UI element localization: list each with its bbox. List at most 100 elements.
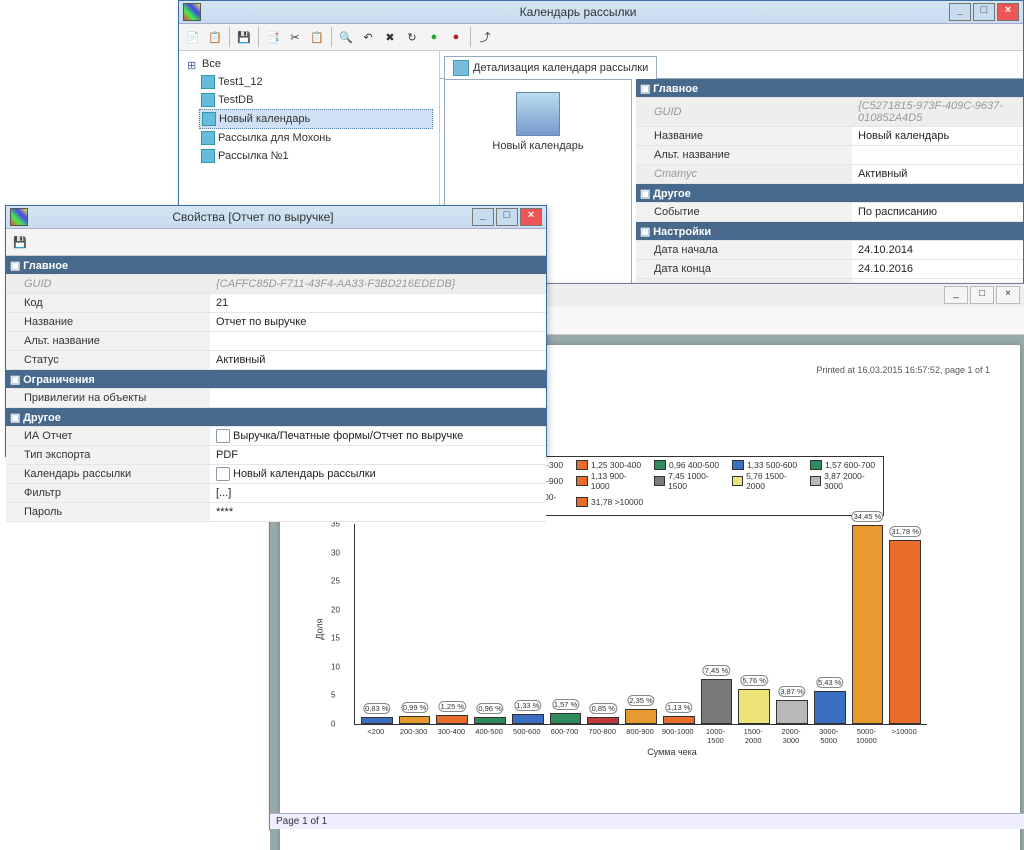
window-title: Календарь рассылки [207, 5, 949, 19]
x-tick: 600-700 [549, 727, 581, 745]
prop-altname[interactable] [852, 146, 1023, 165]
legend-item: 1,33 500-600 [732, 460, 800, 470]
minimize-button[interactable]: _ [472, 208, 494, 226]
x-tick: 900-1000 [662, 727, 694, 745]
chart-bar: 0,85 % [587, 717, 619, 724]
undo-icon[interactable]: ↶ [358, 27, 378, 47]
chart-bar: 5,76 % [738, 689, 770, 724]
prop-calendar[interactable]: Новый календарь рассылки [210, 465, 546, 484]
x-tick: >10000 [888, 727, 920, 745]
chart-bar: 1,57 % [550, 713, 582, 724]
chart-bar: 2,35 % [625, 709, 657, 724]
chart-bar: 0,96 % [474, 717, 506, 724]
calendar-titlebar[interactable]: Календарь рассылки _ □ × [179, 1, 1023, 24]
refresh-icon[interactable]: ↻ [402, 27, 422, 47]
x-tick: 2000-3000 [775, 727, 807, 745]
cut-icon[interactable]: ✂ [285, 27, 305, 47]
tree-item[interactable]: Рассылка для Мохонь [199, 129, 433, 147]
x-tick: 1000-1500 [700, 727, 732, 745]
chart-xlabel: Сумма чека [354, 747, 990, 757]
new-icon[interactable]: 📄 [183, 27, 203, 47]
tree-item[interactable]: Новый календарь [199, 109, 433, 129]
maximize-button[interactable]: □ [496, 208, 518, 226]
prop-name[interactable]: Новый календарь [852, 127, 1023, 146]
report-minimize-button[interactable]: _ [944, 286, 968, 304]
x-tick: 5000-10000 [851, 727, 883, 745]
legend-item: 31,78 >10000 [576, 492, 644, 512]
properties-toolbar: 💾 [6, 229, 546, 256]
legend-item: 3,87 2000-3000 [810, 471, 878, 491]
x-tick: 800-900 [624, 727, 656, 745]
prop-date-start[interactable]: 24.10.2014 [852, 241, 1023, 260]
properties-window: Свойства [Отчет по выручке] _ □ × 💾 ▣ Гл… [5, 205, 547, 457]
x-tick: 3000-5000 [813, 727, 845, 745]
legend-item: 1,25 300-400 [576, 460, 644, 470]
close-button[interactable]: × [997, 3, 1019, 21]
find-icon[interactable]: 🔍 [336, 27, 356, 47]
x-tick: 500-600 [511, 727, 543, 745]
x-tick: 200-300 [398, 727, 430, 745]
chart-bar: 7,45 % [701, 679, 733, 724]
minimize-button[interactable]: _ [949, 3, 971, 21]
cancel-icon[interactable]: ● [446, 27, 466, 47]
x-tick: <200 [360, 727, 392, 745]
prop-filter[interactable]: [...] [210, 484, 546, 503]
tree-root[interactable]: Все [185, 55, 433, 73]
chart-bar: 5,43 % [814, 691, 846, 724]
maximize-button[interactable]: □ [973, 3, 995, 21]
prop-code[interactable]: 21 [210, 294, 546, 313]
properties-titlebar[interactable]: Свойства [Отчет по выручке] _ □ × [6, 206, 546, 229]
x-tick: 700-800 [586, 727, 618, 745]
x-tick: 400-500 [473, 727, 505, 745]
link-icon [216, 429, 230, 443]
prop-password[interactable]: **** [210, 503, 546, 522]
calendar-icon [201, 131, 215, 145]
chart-bar: 1,25 % [436, 715, 468, 724]
tab-icon [453, 60, 469, 76]
close-button[interactable]: × [520, 208, 542, 226]
tab-details[interactable]: Детализация календаря рассылки [444, 56, 657, 79]
report-status: Page 1 of 1 [270, 813, 1024, 829]
prop-ia-report[interactable]: Выручка/Печатные формы/Отчет по выручке [210, 427, 546, 446]
prop-event[interactable]: По расписанию [852, 203, 1023, 222]
tree-item[interactable]: Test1_12 [199, 73, 433, 91]
ok-icon[interactable]: ● [424, 27, 444, 47]
copy-icon[interactable]: 📑 [263, 27, 283, 47]
open-icon[interactable]: 📋 [205, 27, 225, 47]
prop-report-name[interactable]: Отчет по выручке [210, 313, 546, 332]
x-tick: 300-400 [435, 727, 467, 745]
paste-icon[interactable]: 📋 [307, 27, 327, 47]
delete-icon[interactable]: ✖ [380, 27, 400, 47]
tree-item[interactable]: TestDB [199, 91, 433, 109]
save-icon[interactable]: 💾 [234, 27, 254, 47]
legend-item: 1,57 600-700 [810, 460, 878, 470]
chart-bar: 3,87 % [776, 700, 808, 724]
window-title: Свойства [Отчет по выручке] [34, 210, 472, 224]
save-icon[interactable]: 💾 [10, 232, 30, 252]
report-maximize-button[interactable]: □ [970, 286, 994, 304]
prop-export-type[interactable]: PDF [210, 446, 546, 465]
calendar-icon-caption: Новый календарь [492, 140, 583, 152]
chart-bar: 1,33 % [512, 714, 544, 724]
link-icon [216, 467, 230, 481]
tree-item[interactable]: Рассылка №1 [199, 147, 433, 165]
chart-bar: 0,83 % [361, 717, 393, 724]
calendar-icon [201, 93, 215, 107]
chart-bar: 34,45 % [852, 525, 884, 724]
calendar-icon [201, 75, 215, 89]
new-calendar-item[interactable]: Новый календарь [492, 88, 583, 152]
legend-item: 0,96 400-500 [654, 460, 722, 470]
prop-date-end[interactable]: 24.10.2016 [852, 260, 1023, 279]
prop-report-status[interactable]: Активный [210, 351, 546, 370]
chart-ylabel: Доля [315, 618, 325, 639]
report-close-button[interactable]: × [996, 286, 1020, 304]
bar-chart: Доля 051015202530350,83 %0,99 %1,25 %0,9… [354, 524, 927, 725]
chart-bar: 31,78 % [889, 540, 921, 724]
prop-report-alt[interactable] [210, 332, 546, 351]
x-tick: 1500-2000 [737, 727, 769, 745]
export-icon[interactable]: ⤴ [475, 27, 495, 47]
legend-item: 5,76 1500-2000 [732, 471, 800, 491]
prop-privileges[interactable] [210, 389, 546, 408]
properties-grid: ▣ Главное GUID{CAFFC85D-F711-43F4-AA33-F… [6, 256, 546, 522]
calendar-toolbar: 📄 📋 💾 📑 ✂ 📋 🔍 ↶ ✖ ↻ ● ● ⤴ [179, 24, 1023, 51]
